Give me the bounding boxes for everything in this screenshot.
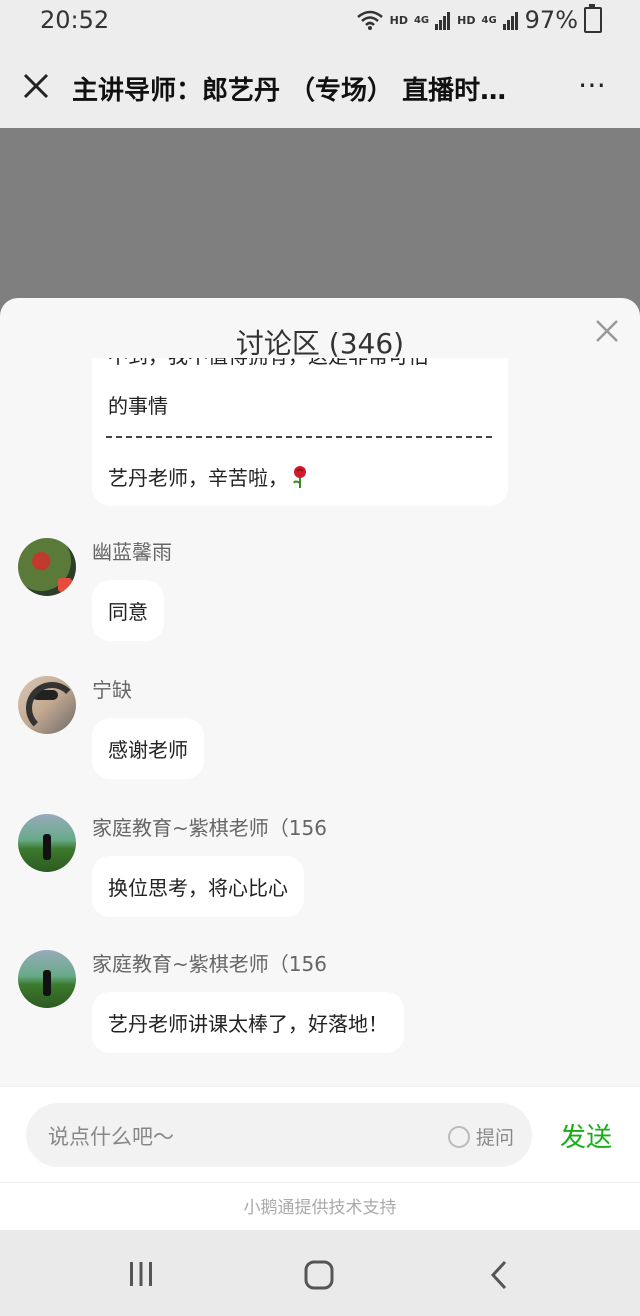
avatar[interactable] (18, 676, 76, 734)
tech-support-footer: 小鹅通提供技术支持 (0, 1182, 640, 1231)
ask-label: 提问 (475, 1127, 514, 1149)
message-text: 不到，我不值得拥有，这是非常可怕 (108, 358, 428, 369)
user-name: 家庭教育~紫棋老师（156 (92, 816, 327, 840)
ask-question-toggle[interactable]: 提问 (447, 1123, 514, 1150)
battery-icon (584, 4, 602, 33)
hd-label-2: HD (457, 13, 476, 27)
send-button[interactable]: 发送 (560, 1117, 612, 1154)
user-name: 宁缺 (92, 678, 132, 702)
network-label-2: 4G (481, 14, 497, 26)
message-bubble: 艺丹老师讲课太棒了，好落地！ (92, 992, 404, 1053)
status-time: 20:52 (40, 6, 110, 34)
avatar[interactable] (18, 950, 76, 1008)
hd-label-1: HD (389, 13, 408, 27)
wifi-icon (356, 10, 383, 30)
page-title: 主讲导师：郎艺丹 （专场） 直播时… (72, 76, 507, 106)
avatar[interactable] (18, 538, 76, 596)
message-text: 艺丹老师，辛苦啦， (108, 466, 288, 490)
input-placeholder: 说点什么吧～ (48, 1125, 174, 1149)
rose-icon (293, 466, 306, 488)
user-name: 幽蓝馨雨 (92, 540, 172, 564)
message-bubble-partial: 不到，我不值得拥有，这是非常可怕 的事情 艺丹老师，辛苦啦， (92, 358, 508, 506)
user-name: 家庭教育~紫棋老师（156 (92, 952, 327, 976)
dashed-divider (106, 436, 492, 438)
video-area[interactable] (0, 128, 640, 318)
message-bubble: 感谢老师 (92, 718, 204, 779)
radio-circle-icon (447, 1125, 470, 1148)
home-icon[interactable] (304, 1260, 334, 1290)
message-bubble: 换位思考，将心比心 (92, 856, 304, 917)
discussion-title: 讨论区 (346) (235, 327, 405, 360)
close-icon[interactable] (22, 72, 50, 100)
signal-icon-1 (435, 12, 451, 30)
network-label-1: 4G (413, 14, 430, 26)
recent-apps-icon[interactable] (127, 1260, 155, 1288)
more-icon[interactable]: ⋯ (578, 68, 608, 101)
system-nav-bar (0, 1230, 640, 1316)
battery-percent: 97% (524, 6, 578, 34)
message-text-wrap: 艺丹老师，辛苦啦， (108, 462, 308, 491)
comment-input-bar: 说点什么吧～ 提问 发送 (0, 1086, 640, 1183)
status-bar: 20:52 HD 4G HD 4G 97% (0, 0, 640, 44)
message-bubble: 同意 (92, 580, 164, 641)
signal-icon-2 (502, 12, 518, 30)
title-bar: 主讲导师：郎艺丹 （专场） 直播时… ⋯ (0, 44, 640, 128)
comment-input[interactable]: 说点什么吧～ 提问 (26, 1103, 532, 1167)
back-icon[interactable] (488, 1260, 510, 1290)
discussion-panel: 讨论区 (346) 不到，我不值得拥有，这是非常可怕 的事情 艺丹老师，辛苦啦，… (0, 298, 640, 1086)
status-icons: HD 4G HD 4G 97% (356, 4, 602, 34)
close-icon[interactable] (594, 318, 620, 344)
message-text: 的事情 (108, 394, 168, 418)
avatar[interactable] (18, 814, 76, 872)
